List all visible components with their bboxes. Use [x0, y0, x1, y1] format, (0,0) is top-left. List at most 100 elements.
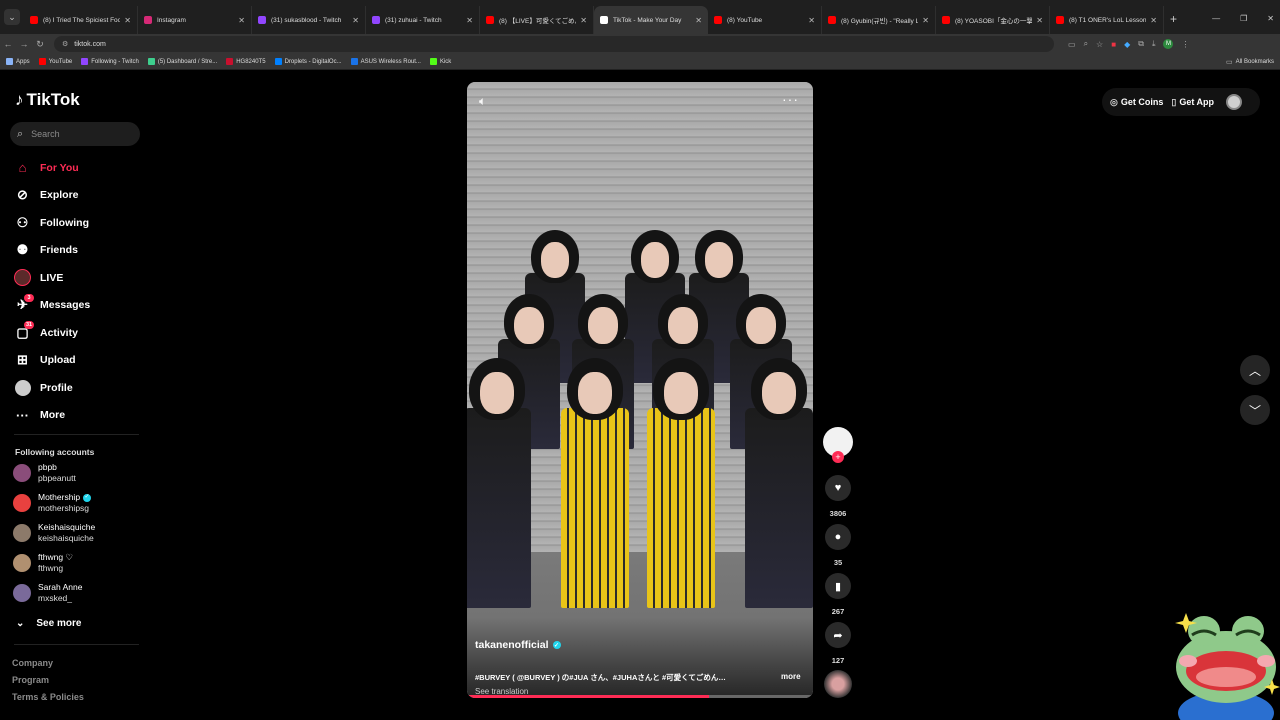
sidebar-item-label: For You [40, 161, 79, 174]
forward-icon[interactable]: → [16, 39, 32, 49]
bookmark-item[interactable]: (5) Dashboard / Stre... [147, 58, 217, 65]
following-account[interactable]: pbpb pbpeanutt [13, 462, 76, 484]
sidebar-item-for-you[interactable]: ⌂ For You [14, 154, 90, 182]
tab-favicon-icon [30, 16, 38, 24]
comment-button[interactable]: ● [825, 524, 851, 550]
video-player[interactable]: 🔈︎ ··· takanenofficial ✓ #BURVEY ( @BURV… [467, 82, 813, 698]
like-button[interactable]: ♥ [825, 475, 851, 501]
video-author[interactable]: takanenofficial ✓ [475, 639, 561, 651]
account-name: Keishaisquiche [38, 522, 96, 532]
bookmark-star-icon[interactable]: ☆ [1096, 40, 1103, 49]
bookmark-item[interactable]: Apps [6, 58, 30, 65]
get-app-button[interactable]: ▯ Get App [1171, 97, 1214, 108]
back-icon[interactable]: ← [0, 39, 16, 49]
tiktok-logo[interactable]: ♪ TikTok [15, 90, 80, 110]
restore-icon[interactable]: ❐ [1240, 14, 1247, 23]
follow-plus-icon[interactable]: + [832, 451, 844, 463]
see-more-button[interactable]: ⌄ See more [16, 618, 81, 629]
get-coins-button[interactable]: ◎ Get Coins [1110, 97, 1163, 108]
tab-close-icon[interactable]: ✕ [808, 16, 815, 25]
tab-close-icon[interactable]: ✕ [1036, 16, 1043, 25]
share-button[interactable]: ➦ [825, 622, 851, 648]
coin-icon: ◎ [1110, 96, 1118, 107]
minimize-icon[interactable]: — [1212, 14, 1220, 23]
search-input[interactable] [31, 129, 122, 139]
search-bar[interactable]: ⌕ [10, 122, 140, 146]
bookmark-item[interactable]: Kick [429, 58, 451, 65]
cast-icon[interactable]: ▭ [1068, 40, 1076, 49]
browser-tab[interactable]: (8) I Tried The Spiciest Foods ✕ [24, 6, 138, 34]
following-account[interactable]: Mothership ✓ mothershipsg [13, 492, 92, 514]
extension-red-icon[interactable]: ■ [1111, 40, 1116, 49]
extension-puzzle-icon[interactable]: ⧉ [1138, 39, 1144, 49]
sidebar-item-messages[interactable]: ✈ 3 Messages [14, 292, 90, 320]
browser-tab[interactable]: (31) sukasblood - Twitch ✕ [252, 6, 366, 34]
sidebar-item-upload[interactable]: ⊞ Upload [14, 347, 90, 375]
tab-title: (31) zuhuai - Twitch [385, 16, 442, 24]
close-window-icon[interactable]: ✕ [1267, 14, 1274, 23]
tab-close-icon[interactable]: ✕ [466, 16, 473, 25]
profile-avatar[interactable]: M [1163, 39, 1174, 49]
extension-blue-icon[interactable]: ◆ [1124, 40, 1130, 49]
sidebar-item-more[interactable]: ··· More [14, 402, 90, 430]
caption-more-link[interactable]: more [781, 672, 801, 681]
browser-tab[interactable]: (8) 【LIVE】可愛くてごめん／ま ✕ [480, 6, 594, 34]
next-video-button[interactable]: ﹀ [1240, 395, 1270, 425]
browser-tab[interactable]: TikTok - Make Your Day ✕ [594, 6, 708, 34]
footer-company[interactable]: Company [12, 658, 53, 668]
tab-close-icon[interactable]: ✕ [1150, 16, 1157, 25]
following-account[interactable]: fthwng ♡ fthwng [13, 552, 73, 574]
video-progress-bar[interactable] [467, 695, 813, 698]
following-account[interactable]: Sarah Anne mxsked_ [13, 582, 82, 604]
zoom-icon[interactable]: ⌕ [1084, 39, 1088, 49]
tiktok-note-icon: ♪ [15, 90, 24, 109]
browser-tab[interactable]: (8) YOASOBI「金心の一撃」(Y ✕ [936, 6, 1050, 34]
window-controls: — ❐ ✕ [1212, 14, 1274, 23]
tab-search-button[interactable]: ⌄ [4, 9, 20, 25]
following-accounts-title: Following accounts [15, 447, 95, 457]
following-account[interactable]: Keishaisquiche keishaisquiche [13, 522, 95, 544]
bookmark-item[interactable]: Following - Twitch [81, 58, 139, 65]
tab-close-icon[interactable]: ✕ [124, 16, 131, 25]
sidebar-item-friends[interactable]: ⚉ Friends [14, 237, 90, 265]
bookmark-item[interactable]: HG8240T5 [226, 58, 266, 65]
bookmark-item[interactable]: YouTube [38, 58, 72, 65]
browser-tab[interactable]: (8) Gyubin(규빈) - "Really Lik ✕ [822, 6, 936, 34]
music-disc[interactable] [824, 670, 852, 698]
url-input[interactable]: ⚙ tiktok.com [54, 36, 1054, 52]
site-info-icon[interactable]: ⚙ [62, 40, 68, 48]
volume-icon[interactable]: 🔈︎ [479, 94, 486, 109]
all-bookmarks-button[interactable]: ▭ All Bookmarks [1226, 58, 1274, 66]
sidebar-item-live[interactable]: LIVE [14, 264, 90, 292]
tab-close-icon[interactable]: ✕ [352, 16, 359, 25]
footer-terms[interactable]: Terms & Policies [12, 692, 84, 702]
tab-close-icon[interactable]: ✕ [238, 16, 245, 25]
footer-program[interactable]: Program [12, 675, 49, 685]
video-options-icon[interactable]: ··· [782, 91, 799, 107]
bookmark-favicon-icon [81, 58, 89, 65]
tiktok-page: ♪ TikTok ⌕ ⌂ For You ⊘ Explore ⚇ Following ⚉ Fr… [0, 71, 1280, 720]
sidebar-item-following[interactable]: ⚇ Following [14, 209, 90, 237]
browser-tab[interactable]: Instagram ✕ [138, 6, 252, 34]
user-avatar[interactable] [1226, 94, 1242, 110]
tab-close-icon[interactable]: ✕ [922, 16, 929, 25]
browser-tab[interactable]: (8) YouTube ✕ [708, 6, 822, 34]
bookmark-label: ASUS Wireless Rout... [360, 58, 421, 65]
sidebar-item-label: Activity [40, 326, 78, 339]
bookmark-item[interactable]: Droplets - DigitalOc... [274, 58, 342, 65]
sidebar-item-explore[interactable]: ⊘ Explore [14, 182, 90, 210]
sidebar-item-profile[interactable]: Profile [14, 374, 90, 402]
tab-close-icon[interactable]: ✕ [580, 16, 587, 25]
previous-video-button[interactable]: ︿ [1240, 355, 1270, 385]
tab-close-icon[interactable]: ✕ [695, 16, 702, 25]
reload-icon[interactable]: ↻ [32, 39, 48, 50]
sidebar-item-activity[interactable]: ▢ 31 Activity [14, 319, 90, 347]
browser-tab[interactable]: (8) T1 ONER's LoL Lesson with ✕ [1050, 6, 1164, 34]
download-icon[interactable]: ⤓ [1152, 39, 1156, 49]
save-button[interactable]: ▮ [825, 573, 851, 599]
account-handle: mothershipsg [38, 503, 90, 513]
bookmark-item[interactable]: ASUS Wireless Rout... [350, 58, 421, 65]
new-tab-button[interactable]: + [1170, 12, 1177, 26]
browser-tab[interactable]: (31) zuhuai - Twitch ✕ [366, 6, 480, 34]
kebab-menu-icon[interactable]: ⋮ [1181, 40, 1189, 49]
